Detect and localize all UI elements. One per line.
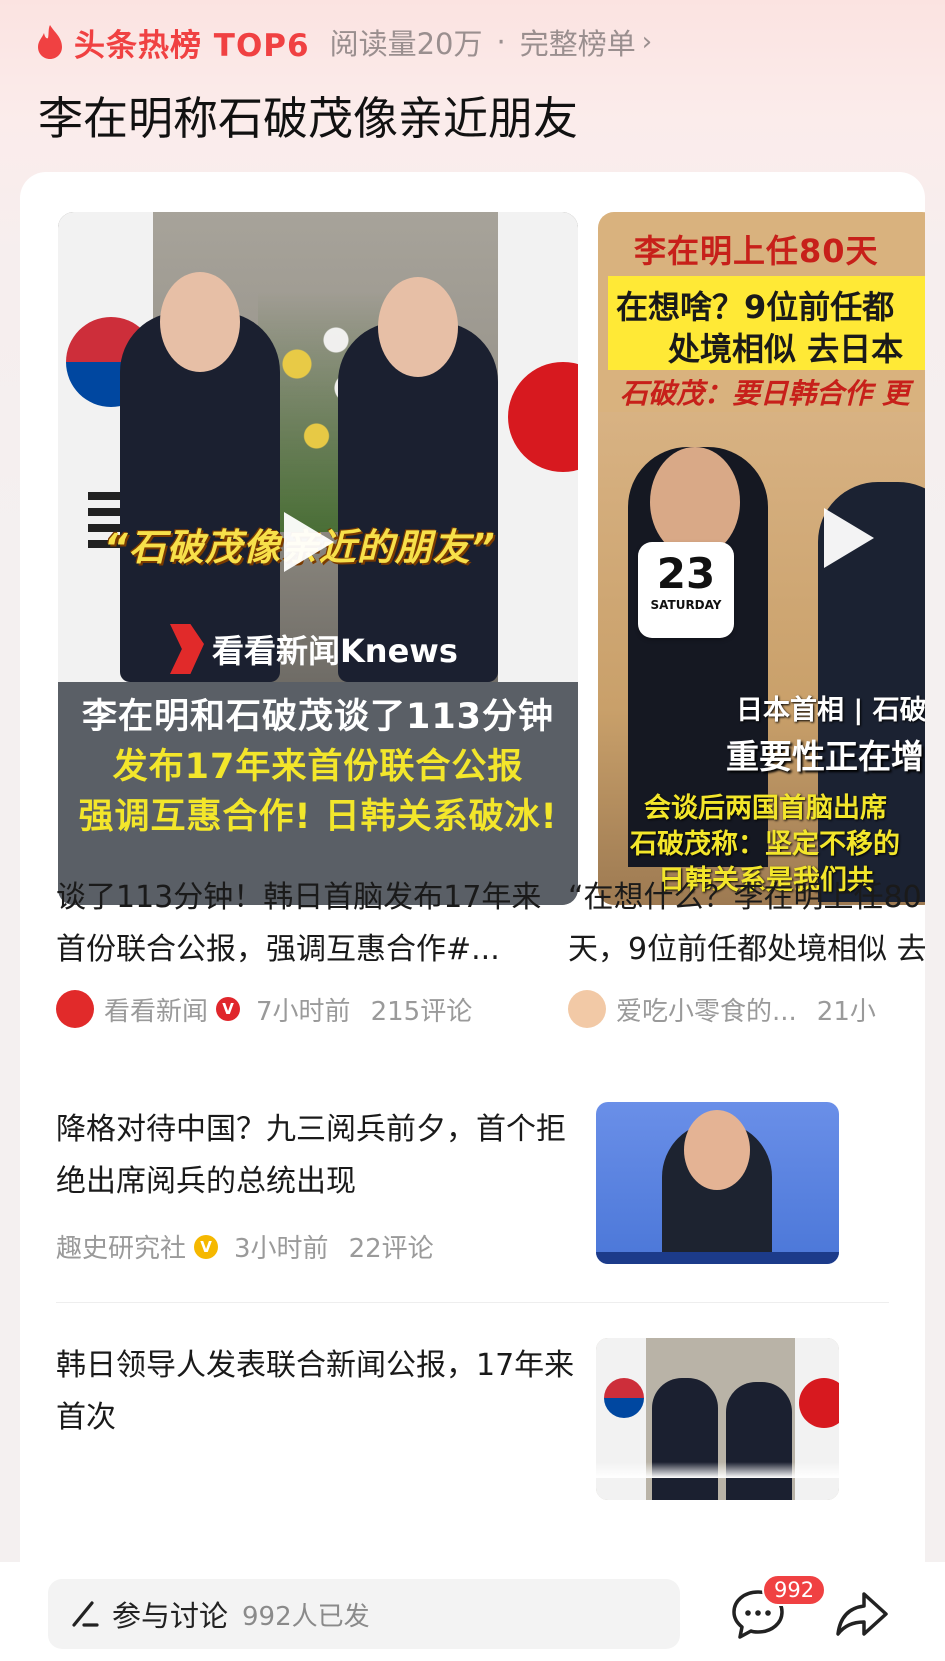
video-caption-line-1: 李在明和石破茂谈了113分钟: [81, 697, 555, 737]
discuss-count: 992人已发: [242, 1601, 370, 1632]
topic-title: 李在明称石破茂像亲近朋友: [38, 92, 579, 145]
japan-flag-image: [498, 212, 578, 682]
source-name[interactable]: 看看新闻: [104, 991, 208, 1028]
featured-title-1[interactable]: 谈了113分钟！韩日首脑发布17年来首份联合公报，强调互惠合作#...: [56, 872, 550, 976]
video2-overlay-line-5: 日本首相 | 石破: [736, 695, 925, 726]
video-caption-line-3: 强调互惠合作! 日韩关系破冰!: [78, 797, 558, 837]
source-avatar[interactable]: [568, 990, 606, 1028]
separator-dot: ·: [496, 25, 506, 59]
discuss-label: 参与讨论: [112, 1599, 229, 1633]
comment-count: 22评论: [348, 1234, 434, 1264]
list-item-meta: 趣史研究社 V 3小时前 22评论: [56, 1228, 434, 1265]
source-name[interactable]: 趣史研究社: [56, 1228, 186, 1265]
topic-card: “石破茂像亲近的朋友” 看看新闻Knews 李在明和石破茂谈了113分钟 发布1…: [20, 172, 925, 1661]
post-time: 7小时前: [256, 996, 351, 1027]
date-weekday: SATURDAY: [650, 598, 722, 612]
list-item-thumbnail[interactable]: [596, 1102, 839, 1264]
post-time: 21小: [816, 996, 876, 1027]
video-thumbnail: “石破茂像亲近的朋友” 看看新闻Knews: [58, 212, 578, 682]
video2-overlay-line-8: 石破茂称：坚定不移的: [630, 829, 900, 860]
face-image: [650, 447, 740, 557]
play-icon[interactable]: [824, 508, 874, 568]
verified-icon: V: [216, 997, 241, 1021]
hot-list-tag: 头条热榜 TOP6: [74, 27, 310, 64]
full-list-link[interactable]: 完整榜单: [520, 21, 636, 63]
play-icon[interactable]: [284, 512, 334, 572]
date-number: 23: [656, 549, 716, 598]
share-icon[interactable]: [834, 1588, 890, 1640]
video2-overlay-line-3: 处境相似 去日本: [668, 330, 904, 368]
comment-count: 215评论: [370, 996, 473, 1027]
verified-icon: V: [194, 1234, 219, 1259]
pen-icon: [72, 1601, 99, 1627]
featured-video-1[interactable]: “石破茂像亲近的朋友” 看看新闻Knews 李在明和石破茂谈了113分钟 发布1…: [58, 212, 578, 905]
featured-meta-1: 看看新闻 V 7小时前 215评论: [56, 990, 472, 1028]
video2-overlay-line-6: 重要性正在增: [726, 737, 924, 776]
knews-logo-icon: [170, 624, 204, 674]
list-item-title[interactable]: 韩日领导人发表联合新闻公报，17年来首次: [56, 1340, 576, 1444]
featured-title-2[interactable]: “在想什么？李在明上任80天，9位前任都处境相似 去日本”！: [568, 872, 925, 976]
list-item-title[interactable]: 降格对待中国？九三阅兵前夕，首个拒绝出席阅兵的总统出现: [56, 1104, 576, 1208]
knews-brand-text: 看看新闻Knews: [212, 632, 458, 670]
list-item[interactable]: 韩日领导人发表联合新闻公报，17年来首次: [20, 1338, 925, 1558]
source-avatar[interactable]: [56, 990, 94, 1028]
video2-overlay-line-7: 会谈后两国首脑出席: [644, 793, 887, 824]
hot-list-header[interactable]: 头条热榜 TOP6 阅读量20万 · 完整榜单 ›: [36, 14, 652, 70]
discuss-input[interactable]: 参与讨论 992人已发: [48, 1579, 680, 1649]
comment-count-badge: 992: [762, 1574, 827, 1606]
video2-overlay-line-1: 李在明上任80天: [634, 232, 879, 270]
bottom-bar: 参与讨论 992人已发 992: [0, 1562, 945, 1661]
knews-logo: 看看新闻Knews: [170, 624, 458, 674]
read-count: 阅读量20万: [329, 27, 483, 61]
featured-video-2[interactable]: 李在明上任80天 在想啥？9位前任都 处境相似 去日本 石破茂：要日韩合作 更 …: [598, 212, 925, 905]
featured-meta-2: 爱吃小零食的... 21小: [568, 990, 876, 1028]
list-item[interactable]: 降格对待中国？九三阅兵前夕，首个拒绝出席阅兵的总统出现 趣史研究社 V 3小时前…: [20, 1102, 925, 1302]
date-badge: 23 SATURDAY: [638, 542, 734, 638]
chevron-right-icon: ›: [641, 27, 653, 57]
video2-overlay-line-2: 在想啥？9位前任都: [616, 288, 895, 326]
source-name[interactable]: 爱吃小零食的...: [616, 991, 797, 1028]
video2-overlay-line-4: 石破茂：要日韩合作 更: [620, 377, 910, 410]
fade-overlay: [20, 1462, 925, 1478]
video-caption-line-2: 发布17年来首份联合公报: [112, 747, 524, 787]
post-time: 3小时前: [234, 1234, 329, 1264]
flame-icon: [38, 25, 62, 59]
divider: [56, 1302, 889, 1303]
